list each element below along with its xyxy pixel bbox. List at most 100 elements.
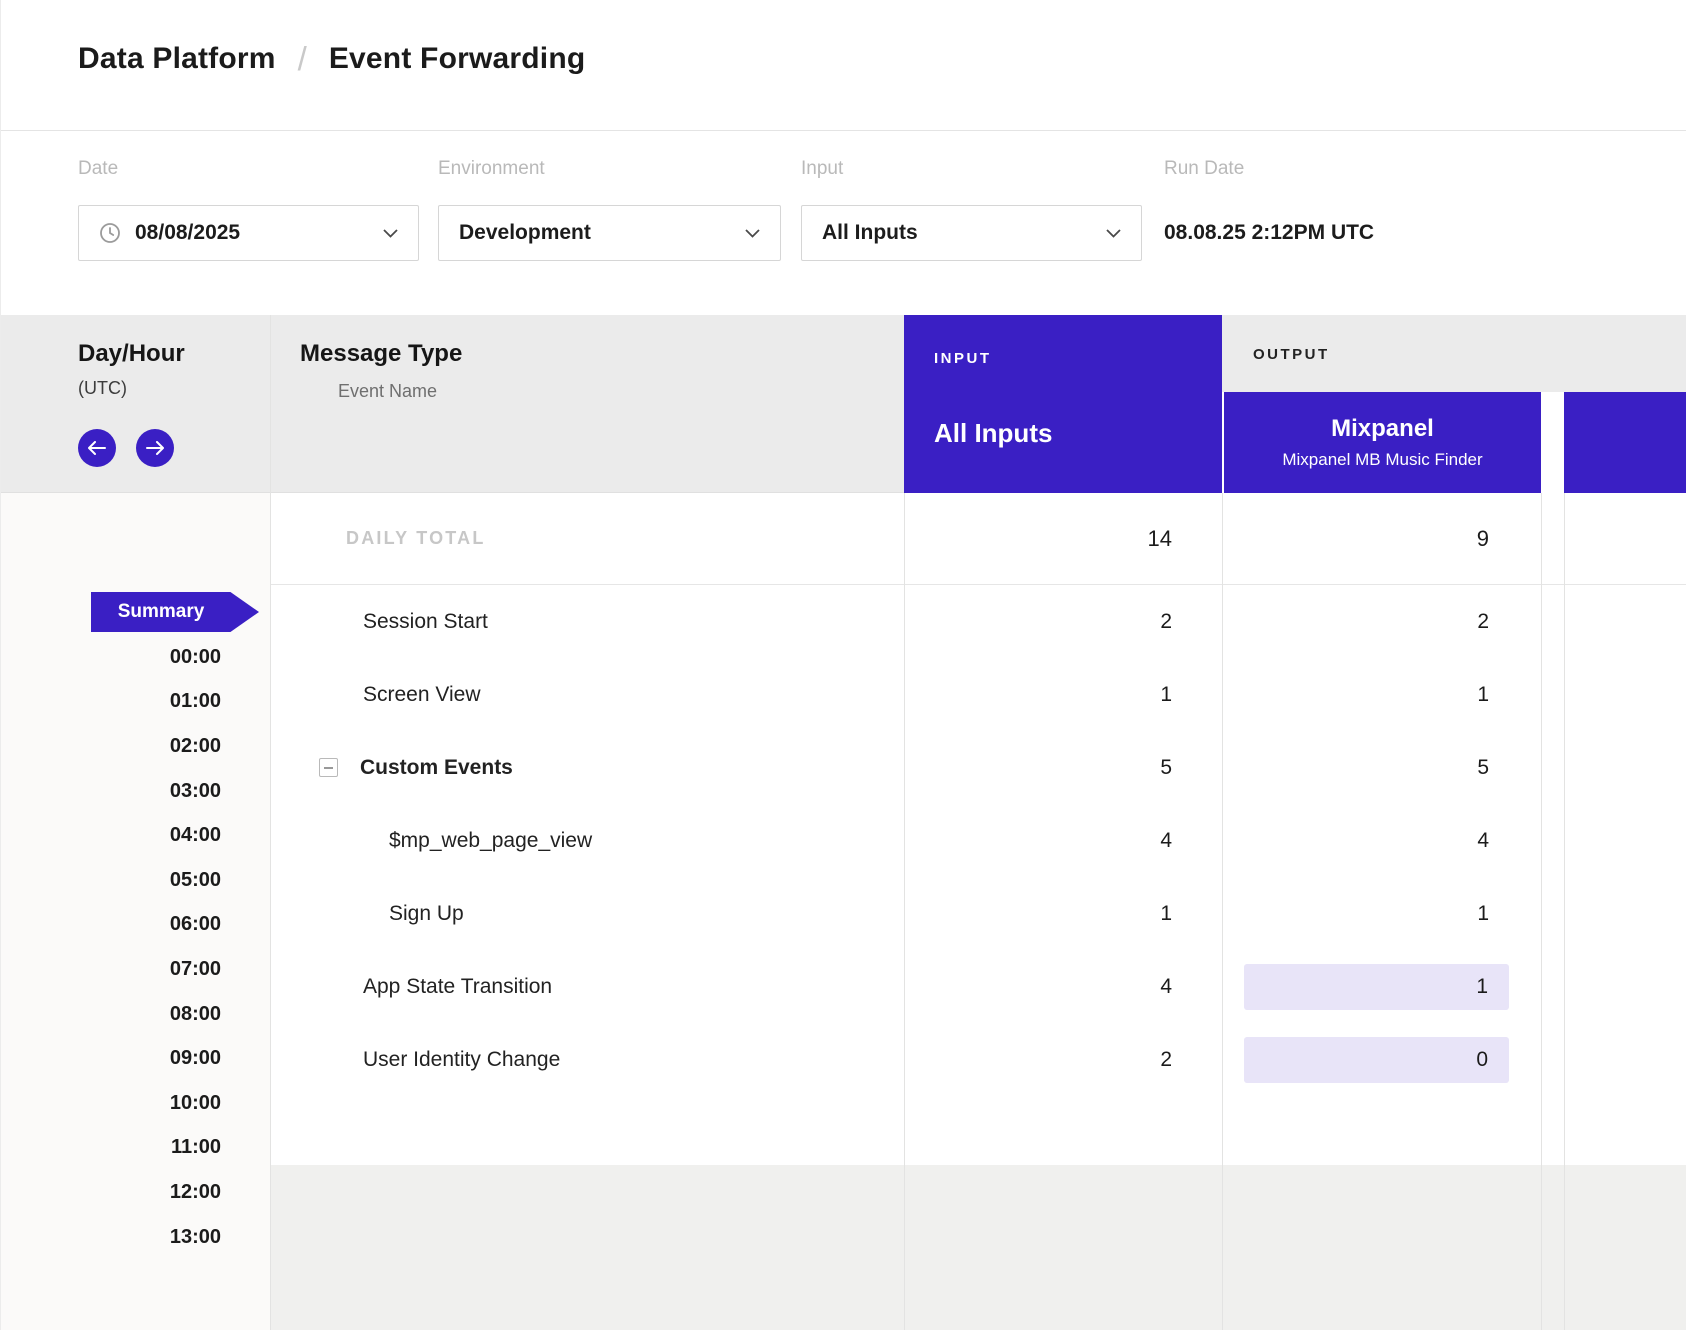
- daily-total-row: DAILY TOTAL 14 9: [270, 493, 1686, 585]
- output-count: 2: [1222, 585, 1541, 658]
- input-column-header[interactable]: INPUT All Inputs: [904, 315, 1222, 493]
- collapse-icon[interactable]: [319, 758, 338, 777]
- hour-row-label[interactable]: 07:00: [1, 947, 270, 992]
- hour-row-label[interactable]: 06:00: [1, 903, 270, 948]
- environment-filter-label: Environment: [438, 158, 545, 180]
- daily-total-output: 9: [1222, 526, 1541, 552]
- event-name: $mp_web_page_view: [270, 804, 904, 877]
- event-name: App State Transition: [270, 950, 904, 1023]
- hour-row-label[interactable]: 04:00: [1, 813, 270, 858]
- run-date-label: Run Date: [1164, 158, 1244, 180]
- event-name-subheader: Event Name: [338, 381, 437, 402]
- hour-row-label[interactable]: 08:00: [1, 992, 270, 1037]
- table-body: DAILY TOTAL 14 9 Session Start 2 2 Scree…: [270, 493, 1686, 1165]
- chevron-down-icon: [383, 229, 398, 238]
- environment-filter-value: Development: [459, 221, 733, 245]
- grid-line: [1541, 493, 1542, 1330]
- date-filter-value: 08/08/2025: [135, 221, 371, 245]
- column-gap: [1541, 392, 1564, 493]
- table-header: Day/Hour (UTC) Message Type Event Name I…: [1, 315, 1686, 493]
- run-date-value: 08.08.25 2:12PM UTC: [1164, 221, 1374, 245]
- hour-row-label[interactable]: 05:00: [1, 858, 270, 903]
- daily-total-input: 14: [904, 526, 1222, 552]
- input-filter-label: Input: [801, 158, 843, 180]
- filter-bar: Date 08/08/2025 Environment Development …: [1, 131, 1686, 315]
- input-count: 5: [904, 731, 1222, 804]
- input-filter-dropdown[interactable]: All Inputs: [801, 205, 1142, 261]
- output-count: 5: [1222, 731, 1541, 804]
- table-row: User Identity Change 2 0: [270, 1023, 1686, 1096]
- daily-total-label: DAILY TOTAL: [270, 528, 904, 549]
- input-count: 4: [904, 804, 1222, 877]
- hour-row-label[interactable]: 12:00: [1, 1170, 270, 1215]
- output-count: 0: [1476, 1048, 1488, 1072]
- event-name: User Identity Change: [270, 1023, 904, 1096]
- table-row: Screen View 1 1: [270, 658, 1686, 731]
- output-column-title: Mixpanel: [1331, 415, 1434, 443]
- input-column-title: All Inputs: [934, 418, 1052, 449]
- event-name: Custom Events: [360, 756, 513, 780]
- message-type-header: Message Type: [300, 340, 462, 368]
- event-name: Sign Up: [270, 877, 904, 950]
- output-count: 1: [1476, 975, 1488, 999]
- output-column-subtitle: Mixpanel MB Music Finder: [1282, 450, 1482, 470]
- day-hour-unit: (UTC): [78, 378, 127, 399]
- highlighted-output-cell: 0: [1244, 1037, 1509, 1083]
- day-hour-column: Summary 00:00 01:00 02:00 03:00 04:00 05…: [1, 493, 270, 1330]
- breadcrumb: Data Platform / Event Forwarding: [1, 0, 1686, 131]
- prev-day-button[interactable]: [78, 429, 116, 467]
- grid-line: [904, 493, 905, 1330]
- output-cell: 1: [1222, 950, 1541, 1023]
- event-forwarding-page: Data Platform / Event Forwarding Date 08…: [0, 0, 1686, 1330]
- summary-tab[interactable]: Summary: [91, 592, 259, 632]
- table-row: $mp_web_page_view 4 4: [270, 804, 1686, 877]
- output-column-header[interactable]: Mixpanel Mixpanel MB Music Finder: [1222, 392, 1541, 493]
- table-row: App State Transition 4 1: [270, 950, 1686, 1023]
- event-group: Custom Events: [270, 731, 904, 804]
- output-count: 1: [1222, 877, 1541, 950]
- hour-row-label[interactable]: 03:00: [1, 769, 270, 814]
- hour-row-label[interactable]: 10:00: [1, 1081, 270, 1126]
- table-row: Sign Up 1 1: [270, 877, 1686, 950]
- hour-row-label[interactable]: 00:00: [1, 635, 270, 680]
- input-count: 1: [904, 877, 1222, 950]
- input-count: 1: [904, 658, 1222, 731]
- chevron-down-icon: [1106, 229, 1121, 238]
- hour-row-label[interactable]: 11:00: [1, 1126, 270, 1171]
- environment-filter-dropdown[interactable]: Development: [438, 205, 781, 261]
- breadcrumb-section[interactable]: Data Platform: [78, 42, 276, 76]
- output-cell: 0: [1222, 1023, 1541, 1096]
- input-count: 2: [904, 585, 1222, 658]
- output-section-label: OUTPUT: [1253, 346, 1330, 363]
- input-filter-value: All Inputs: [822, 221, 1094, 245]
- input-count: 4: [904, 950, 1222, 1023]
- event-name: Screen View: [270, 658, 904, 731]
- table-row: Session Start 2 2: [270, 585, 1686, 658]
- breadcrumb-separator: /: [298, 40, 307, 78]
- hour-row-label[interactable]: 13:00: [1, 1215, 270, 1260]
- chevron-down-icon: [745, 229, 760, 238]
- day-hour-header: Day/Hour: [78, 340, 185, 368]
- hour-row-label[interactable]: 02:00: [1, 724, 270, 769]
- table-footer-area: [270, 1165, 1686, 1330]
- date-filter-label: Date: [78, 158, 118, 180]
- input-count: 2: [904, 1023, 1222, 1096]
- output-count: 4: [1222, 804, 1541, 877]
- highlighted-output-cell: 1: [1244, 964, 1509, 1010]
- event-name: Session Start: [270, 585, 904, 658]
- grid-line: [1564, 493, 1565, 1330]
- grid-line: [270, 315, 271, 1330]
- grid-line: [1222, 493, 1223, 1330]
- hour-list: 00:00 01:00 02:00 03:00 04:00 05:00 06:0…: [1, 635, 270, 1259]
- table-row: Custom Events 5 5: [270, 731, 1686, 804]
- empty-row-space: [270, 1096, 1686, 1165]
- hour-row-label[interactable]: 01:00: [1, 680, 270, 725]
- date-filter-dropdown[interactable]: 08/08/2025: [78, 205, 419, 261]
- next-output-column-header[interactable]: [1564, 392, 1686, 493]
- next-day-button[interactable]: [136, 429, 174, 467]
- input-column-kicker: INPUT: [934, 350, 992, 367]
- clock-icon: [99, 222, 121, 244]
- page-title: Event Forwarding: [329, 42, 586, 76]
- output-count: 1: [1222, 658, 1541, 731]
- hour-row-label[interactable]: 09:00: [1, 1036, 270, 1081]
